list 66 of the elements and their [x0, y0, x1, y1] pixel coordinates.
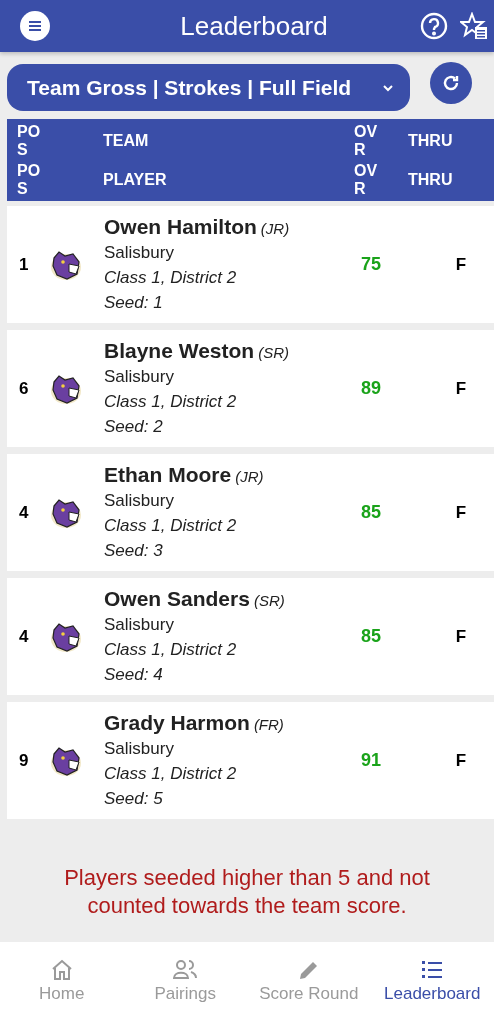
seed-note: Players seeded higher than 5 and not counted towards the team score. [63, 864, 431, 920]
team-name: Salisbury [104, 614, 175, 636]
column-header: OVR [354, 122, 379, 159]
thru: F [454, 502, 468, 523]
seed: Seed: 5 [104, 788, 164, 810]
column-header: POS [17, 122, 42, 159]
seed: Seed: 3 [104, 540, 164, 562]
player-row[interactable]: 9 Grady Harmon (FR) Salisbury Class 1, District 2 Seed: 5 91 F [7, 702, 494, 819]
position: 4 [18, 502, 30, 523]
thru: F [454, 378, 468, 399]
filter-dropdown[interactable]: Team Gross | Strokes | Full Field [7, 64, 410, 111]
star-list-icon [460, 12, 488, 40]
seed: Seed: 2 [104, 416, 164, 438]
score: 89 [360, 378, 382, 399]
seed: Seed: 4 [104, 664, 164, 686]
position: 6 [18, 378, 30, 399]
player-name: Owen Hamilton [104, 215, 257, 238]
player-grade: (SR) [253, 592, 285, 609]
player-name: Grady Harmon [104, 711, 250, 734]
team-name: Salisbury [104, 242, 175, 264]
thru: F [454, 626, 468, 647]
column-header: POS [17, 161, 42, 198]
division: Class 1, District 2 [104, 391, 238, 413]
player-grade: (JR) [235, 468, 264, 485]
nav-tab[interactable]: Leaderboard [370, 942, 494, 1024]
player-grade: (JR) [260, 220, 290, 237]
help-button[interactable] [420, 12, 448, 40]
position: 4 [18, 626, 30, 647]
position: 1 [18, 254, 30, 275]
team-name: Salisbury [104, 366, 175, 388]
refresh-button[interactable] [430, 61, 472, 104]
seed: Seed: 1 [104, 292, 164, 314]
team-name: Salisbury [104, 738, 175, 760]
thru: F [454, 750, 468, 771]
help-icon [420, 12, 448, 40]
position: 9 [18, 750, 30, 771]
column-header: OVR [354, 161, 379, 198]
column-header: THRU [408, 170, 453, 189]
division: Class 1, District 2 [104, 639, 238, 661]
column-header: TEAM [103, 131, 149, 150]
thru: F [454, 254, 468, 275]
chevron-down-icon [382, 83, 394, 92]
player-row[interactable]: 6 Blayne Weston (SR) Salisbury Class 1, District 2 Seed: 2 89 F [7, 330, 494, 447]
score: 91 [360, 750, 382, 771]
favorites-button[interactable] [460, 12, 488, 40]
menu-icon [20, 11, 50, 41]
app-title: Leaderboard [179, 10, 329, 42]
division: Class 1, District 2 [104, 267, 238, 289]
score: 75 [360, 254, 382, 275]
player-name: Ethan Moore [104, 463, 232, 486]
player-row[interactable]: 4 Ethan Moore (JR) Salisbury Class 1, District 2 Seed: 3 85 F [7, 454, 494, 571]
player-row[interactable]: 4 Owen Sanders (SR) Salisbury Class 1, District 2 Seed: 4 85 F [7, 578, 494, 695]
score: 85 [360, 502, 382, 523]
division: Class 1, District 2 [104, 515, 238, 537]
player-name: Blayne Weston [104, 339, 255, 362]
player-grade: (FR) [253, 716, 284, 733]
division: Class 1, District 2 [104, 763, 238, 785]
team-name: Salisbury [104, 490, 175, 512]
column-header: PLAYER [103, 170, 167, 189]
people-icon [172, 958, 199, 982]
column-header: THRU [408, 131, 453, 150]
score: 85 [360, 626, 382, 647]
menu-button[interactable] [20, 11, 50, 41]
player-row[interactable]: 1 Owen Hamilton (JR) Salisbury Class 1, District 2 Seed: 1 75 F [7, 206, 494, 323]
player-name: Owen Sanders [104, 587, 250, 610]
player-grade: (SR) [258, 344, 289, 361]
